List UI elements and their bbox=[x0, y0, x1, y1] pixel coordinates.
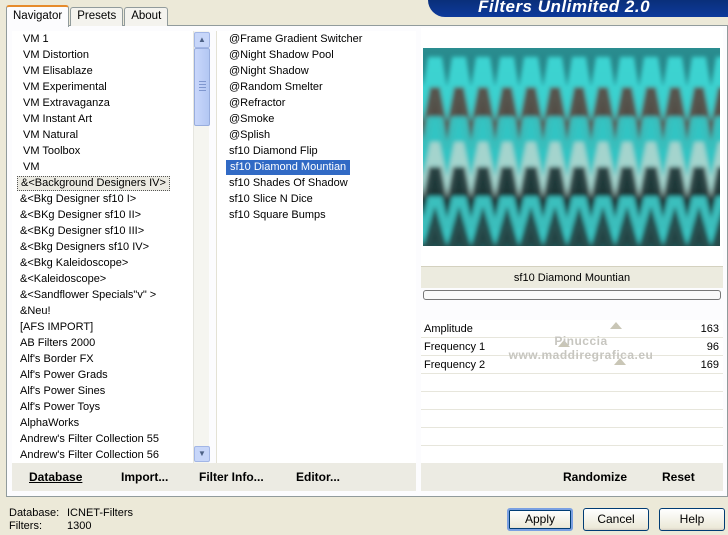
filters-label: Filters: bbox=[9, 520, 42, 532]
filter-item[interactable]: sf10 Diamond Flip bbox=[217, 143, 416, 159]
app-banner: Filters Unlimited 2.0 bbox=[428, 0, 728, 17]
param-slider[interactable] bbox=[481, 356, 683, 374]
filter-item[interactable]: sf10 Shades Of Shadow bbox=[217, 175, 416, 191]
scroll-down-icon[interactable]: ▼ bbox=[194, 446, 210, 462]
param-label: Frequency 1 bbox=[424, 341, 486, 353]
category-item[interactable]: &<Bkg Designers sf10 IV> bbox=[12, 239, 192, 255]
filter-items: @Frame Gradient Switcher @Night Shadow Po… bbox=[217, 31, 416, 223]
apply-button[interactable]: Apply bbox=[507, 508, 573, 531]
param-row[interactable]: Frequency 2 169 bbox=[421, 356, 723, 374]
randomize-button[interactable]: Randomize bbox=[563, 470, 627, 484]
tab-presets[interactable]: Presets bbox=[70, 7, 124, 26]
param-value: 163 bbox=[700, 323, 719, 335]
category-item[interactable]: &<Kaleidoscope> bbox=[12, 271, 192, 287]
category-item[interactable]: Alf's Border FX bbox=[12, 351, 192, 367]
category-item[interactable]: VM Distortion bbox=[12, 47, 192, 63]
category-item[interactable]: &<Background Designers IV> bbox=[12, 175, 192, 191]
param-row[interactable]: Frequency 1 96 bbox=[421, 338, 723, 356]
category-item[interactable]: AB Filters 2000 bbox=[12, 335, 192, 351]
left-action-bar: Database Import... Filter Info... Editor… bbox=[12, 463, 416, 491]
filter-name-label: sf10 Diamond Mountian bbox=[421, 266, 723, 288]
database-label: Database: bbox=[9, 507, 60, 519]
category-item[interactable]: VM bbox=[12, 159, 192, 175]
param-label: Amplitude bbox=[424, 323, 473, 335]
category-item[interactable]: &<BKg Designer sf10 III> bbox=[12, 223, 192, 239]
category-item[interactable]: VM Instant Art bbox=[12, 111, 192, 127]
filter-item[interactable]: @Night Shadow bbox=[217, 63, 416, 79]
category-item[interactable]: VM Extravaganza bbox=[12, 95, 192, 111]
preview-area bbox=[421, 28, 723, 266]
help-button[interactable]: Help bbox=[659, 508, 725, 531]
scroll-thumb[interactable] bbox=[194, 48, 210, 126]
category-item[interactable]: Alf's Power Toys bbox=[12, 399, 192, 415]
database-info: Database: ICNET-Filters Filters: 1300 bbox=[9, 507, 133, 533]
tab-bar: Navigator Presets About bbox=[6, 4, 169, 27]
grip-icon bbox=[199, 81, 206, 93]
cancel-button[interactable]: Cancel bbox=[583, 508, 649, 531]
category-items: VM 1 VM Distortion VM Elisablaze VM Experim… bbox=[12, 31, 192, 463]
param-value: 96 bbox=[706, 341, 719, 353]
category-item[interactable]: VM Natural bbox=[12, 127, 192, 143]
category-item[interactable]: &Neu! bbox=[12, 303, 192, 319]
progress-bar bbox=[423, 290, 721, 300]
slider-knob-icon[interactable] bbox=[557, 340, 570, 347]
category-item[interactable]: VM Toolbox bbox=[12, 143, 192, 159]
param-value: 169 bbox=[700, 359, 719, 371]
category-item[interactable]: Alf's Power Grads bbox=[12, 367, 192, 383]
database-button[interactable]: Database bbox=[29, 470, 82, 484]
filter-list[interactable]: @Frame Gradient Switcher @Night Shadow Po… bbox=[216, 31, 416, 463]
right-action-bar: Randomize Reset bbox=[421, 463, 723, 491]
filter-item[interactable]: sf10 Diamond Mountian bbox=[217, 159, 416, 175]
slider-knob-icon[interactable] bbox=[614, 358, 627, 365]
param-slider[interactable] bbox=[481, 338, 683, 356]
editor-button[interactable]: Editor... bbox=[296, 470, 340, 484]
category-item[interactable]: Andrew's Filter Collection 56 bbox=[12, 447, 192, 463]
category-item[interactable]: &<Sandflower Specials"v" > bbox=[12, 287, 192, 303]
category-item[interactable]: VM Experimental bbox=[12, 79, 192, 95]
category-item[interactable]: AlphaWorks bbox=[12, 415, 192, 431]
filters-count: 1300 bbox=[67, 520, 92, 532]
category-item[interactable]: &<Bkg Designer sf10 I> bbox=[12, 191, 192, 207]
import-button[interactable]: Import... bbox=[121, 470, 168, 484]
category-item[interactable]: &<BKg Designer sf10 II> bbox=[12, 207, 192, 223]
preview-image bbox=[423, 48, 720, 246]
category-scrollbar[interactable]: ▲ ▼ bbox=[193, 31, 210, 463]
filter-item[interactable]: @Smoke bbox=[217, 111, 416, 127]
param-slider[interactable] bbox=[481, 320, 683, 338]
category-item[interactable]: Alf's Power Sines bbox=[12, 383, 192, 399]
filter-item[interactable]: @Refractor bbox=[217, 95, 416, 111]
param-label: Frequency 2 bbox=[424, 359, 486, 371]
tab-about[interactable]: About bbox=[124, 7, 169, 26]
database-value: ICNET-Filters bbox=[67, 507, 133, 519]
reset-button[interactable]: Reset bbox=[662, 470, 695, 484]
category-item[interactable]: Andrew's Filter Collection 55 bbox=[12, 431, 192, 447]
category-item-selected-label: &<Background Designers IV> bbox=[17, 176, 170, 191]
slider-knob-icon[interactable] bbox=[610, 322, 623, 329]
category-list[interactable]: VM 1 VM Distortion VM Elisablaze VM Experim… bbox=[12, 31, 210, 463]
filter-item[interactable]: @Random Smelter bbox=[217, 79, 416, 95]
filter-item[interactable]: sf10 Slice N Dice bbox=[217, 191, 416, 207]
filter-item[interactable]: @Night Shadow Pool bbox=[217, 47, 416, 63]
filter-item[interactable]: @Frame Gradient Switcher bbox=[217, 31, 416, 47]
filter-item[interactable]: sf10 Square Bumps bbox=[217, 207, 416, 223]
parameter-panel: Amplitude 163 Frequency 1 96 Frequency 2 169 bbox=[421, 320, 723, 482]
filter-info-button[interactable]: Filter Info... bbox=[199, 470, 264, 484]
category-item[interactable]: &<Bkg Kaleidoscope> bbox=[12, 255, 192, 271]
category-item[interactable]: [AFS IMPORT] bbox=[12, 319, 192, 335]
filter-item[interactable]: @Splish bbox=[217, 127, 416, 143]
category-item[interactable]: VM Elisablaze bbox=[12, 63, 192, 79]
param-row[interactable]: Amplitude 163 bbox=[421, 320, 723, 338]
category-item[interactable]: VM 1 bbox=[12, 31, 192, 47]
tab-navigator[interactable]: Navigator bbox=[6, 5, 70, 27]
filter-item-selected-label: sf10 Diamond Mountian bbox=[226, 160, 351, 175]
scroll-up-icon[interactable]: ▲ bbox=[194, 32, 210, 48]
